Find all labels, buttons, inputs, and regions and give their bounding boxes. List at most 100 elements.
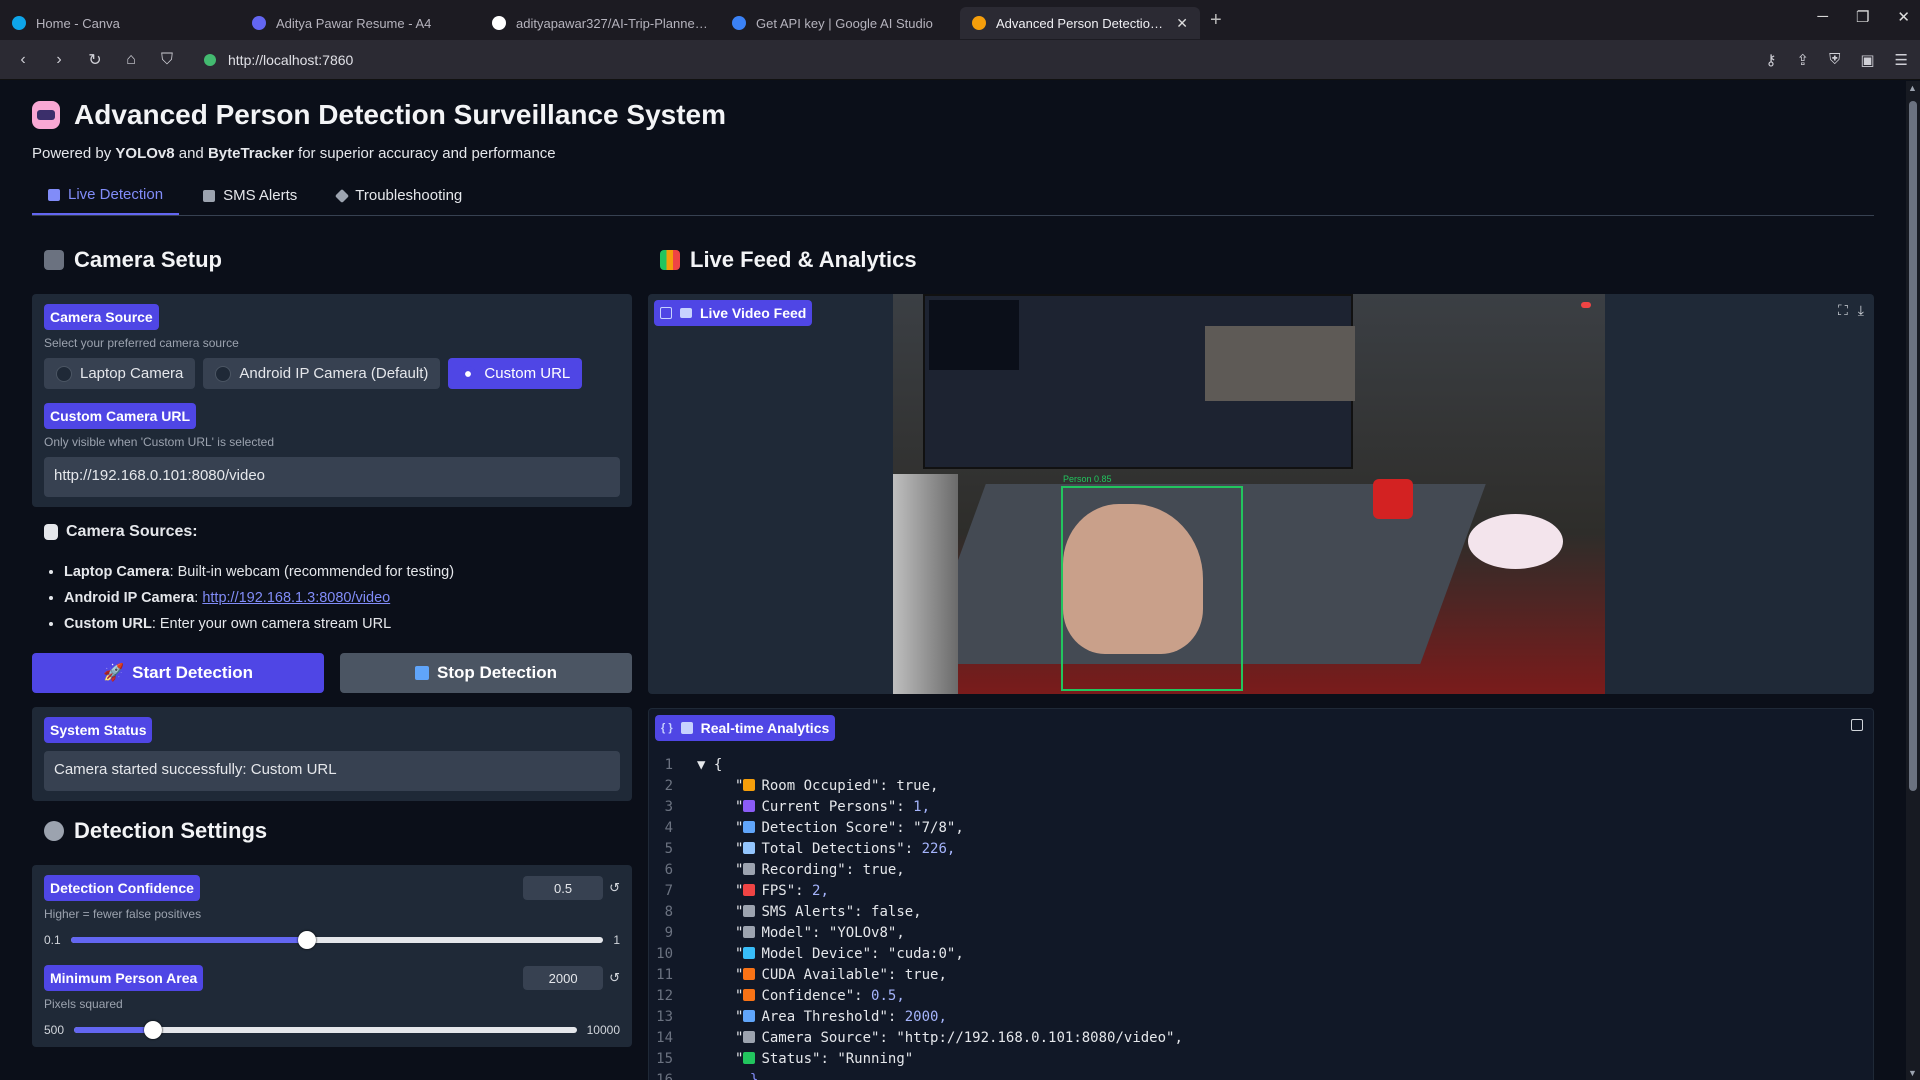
browser-tab[interactable]: Get API key | Google AI Studio xyxy=(720,7,960,39)
fullscreen-icon[interactable]: ⛶ xyxy=(1838,302,1848,319)
bbox-label: Person 0.85 xyxy=(1063,474,1112,484)
subtitle-yolo: YOLOv8 xyxy=(115,145,175,162)
heading-text: Live Feed & Analytics xyxy=(690,247,917,272)
json-key: Current Persons xyxy=(761,799,888,815)
start-detection-button[interactable]: 🚀 Start Detection xyxy=(32,653,324,693)
code-line: 1 ▼ { xyxy=(649,755,1183,776)
confidence-slider[interactable] xyxy=(70,931,604,949)
download-icon[interactable]: ⤓ xyxy=(1858,302,1864,319)
forward-icon[interactable]: › xyxy=(48,51,70,69)
json-value: "http://192.168.0.101:8080/video", xyxy=(896,1030,1183,1046)
source-name: Android IP Camera xyxy=(64,590,195,606)
close-window-icon[interactable]: ✕ xyxy=(1897,8,1910,26)
new-tab-button[interactable]: + xyxy=(1210,9,1222,32)
robot-icon xyxy=(32,101,60,129)
close-tab-icon[interactable]: ✕ xyxy=(1176,15,1188,32)
laptop-screen xyxy=(923,294,1355,469)
browser-tab[interactable]: Aditya Pawar Resume - A4 xyxy=(240,7,480,39)
entry-icon xyxy=(743,926,756,938)
drink-can xyxy=(893,474,958,694)
tab-troubleshooting[interactable]: Troubleshooting xyxy=(321,178,478,215)
tab-title: Get API key | Google AI Studio xyxy=(756,15,933,31)
favicon-icon xyxy=(972,16,986,30)
slider-fill xyxy=(70,937,308,943)
min-area-number-input[interactable]: 2000 xyxy=(523,966,604,990)
entry-icon xyxy=(743,842,756,854)
code-line: 16 } xyxy=(649,1070,1183,1080)
site-info-icon[interactable] xyxy=(204,53,216,66)
browser-tab[interactable]: Advanced Person Detection with ✕ xyxy=(960,7,1200,39)
reset-icon[interactable]: ↺ xyxy=(609,970,620,986)
code-entry: " CUDA Available": true, xyxy=(735,967,947,983)
scroll-up-icon[interactable]: ▲ xyxy=(1908,83,1917,93)
code-entry: " Status": "Running" xyxy=(735,1051,914,1067)
json-value: 0.5, xyxy=(871,988,905,1004)
slider-min: 500 xyxy=(44,1023,65,1037)
key-icon[interactable]: ⚷ xyxy=(1766,51,1777,69)
entry-icon xyxy=(743,1052,756,1064)
json-key: Total Detections xyxy=(761,841,897,857)
code-line: 13 " Area Threshold": 2000, xyxy=(649,1007,1183,1028)
reset-icon[interactable]: ↺ xyxy=(609,880,620,896)
slider-handle[interactable] xyxy=(298,931,317,949)
copy-icon[interactable] xyxy=(1851,719,1863,731)
detection-settings-panel: Detection Confidence 0.5 ↺ Higher = fewe… xyxy=(32,865,632,1047)
entry-icon xyxy=(743,800,756,812)
source-name: Custom URL xyxy=(64,616,152,632)
menu-icon[interactable]: ☰ xyxy=(1895,51,1908,69)
tab-sms-alerts[interactable]: SMS Alerts xyxy=(187,178,313,215)
radio-laptop-camera[interactable]: Laptop Camera xyxy=(44,358,196,389)
json-value: 2, xyxy=(812,883,829,899)
browser-tab[interactable]: Home - Canva xyxy=(0,7,240,39)
source-name: Laptop Camera xyxy=(64,564,170,580)
confidence-number-input[interactable]: 0.5 xyxy=(523,876,604,900)
browser-tab[interactable]: adityapawar327/AI-Trip-Planner-Nav xyxy=(480,7,720,39)
share-icon[interactable]: ⇪ xyxy=(1797,51,1810,69)
back-icon[interactable]: ‹ xyxy=(12,51,34,69)
code-line: 9 " Model": "YOLOv8", xyxy=(649,923,1183,944)
code-entry: " Camera Source": "http://192.168.0.101:8… xyxy=(735,1030,1183,1046)
radio-android-ip-camera[interactable]: Android IP Camera (Default) xyxy=(203,358,441,389)
address-bar[interactable]: http://localhost:7860 xyxy=(192,52,1752,68)
home-icon[interactable]: ⌂ xyxy=(120,51,142,69)
restore-icon[interactable]: ❐ xyxy=(1856,8,1869,26)
favicon-icon xyxy=(252,16,266,30)
radio-label: Android IP Camera (Default) xyxy=(239,365,429,382)
scroll-down-icon[interactable]: ▼ xyxy=(1908,1068,1917,1078)
custom-url-input[interactable]: http://192.168.0.101:8080/video xyxy=(44,457,620,497)
code-entry: " Model Device": "cuda:0", xyxy=(735,946,964,962)
tab-live-detection[interactable]: Live Detection xyxy=(32,178,180,215)
json-key: Model Device xyxy=(761,946,863,962)
stop-detection-button[interactable]: Stop Detection xyxy=(340,653,632,693)
reload-icon[interactable]: ↻ xyxy=(84,50,106,70)
label-text: Real-time Analytics xyxy=(700,720,830,736)
app-root: Advanced Person Detection Surveillance S… xyxy=(0,81,1906,1080)
code-entry: " Detection Score": "7/8", xyxy=(735,820,964,836)
minimize-icon[interactable]: ─ xyxy=(1817,8,1828,26)
code-line: 2 " Room Occupied": true, xyxy=(649,776,1183,797)
entry-icon xyxy=(743,821,756,833)
analytics-json-view: 1 ▼ {2 " Room Occupied": true, 3 " Current Per… xyxy=(649,755,1183,1080)
page-scrollbar[interactable]: ▲ ▼ xyxy=(1906,81,1920,1080)
line-number: 16 xyxy=(656,1072,673,1080)
slider-min: 0.1 xyxy=(44,933,61,947)
json-value: true, xyxy=(904,967,947,983)
entry-icon xyxy=(743,947,756,959)
scrollbar-thumb[interactable] xyxy=(1909,101,1917,791)
entry-icon xyxy=(743,1031,756,1043)
radio-custom-url[interactable]: Custom URL xyxy=(448,358,583,389)
heading-text: Camera Setup xyxy=(74,247,222,272)
code-line: 4 " Detection Score": "7/8", xyxy=(649,818,1183,839)
min-area-slider[interactable] xyxy=(74,1021,577,1039)
heading-text: Camera Sources: xyxy=(66,523,198,540)
clipboard-icon xyxy=(44,524,58,540)
list-item: Laptop Camera: Built-in webcam (recommen… xyxy=(64,559,620,585)
bookmark-icon[interactable]: ⛉ xyxy=(156,51,178,69)
sidebar-icon[interactable]: ▣ xyxy=(1860,51,1874,69)
json-key: Area Threshold xyxy=(761,1009,880,1025)
stop-icon xyxy=(415,666,430,680)
shield-icon[interactable]: ⛨ xyxy=(1829,51,1840,69)
code-line: 5 " Total Detections": 226, xyxy=(649,839,1183,860)
android-ip-link[interactable]: http://192.168.1.3:8080/video xyxy=(202,590,390,606)
slider-handle[interactable] xyxy=(144,1021,163,1039)
